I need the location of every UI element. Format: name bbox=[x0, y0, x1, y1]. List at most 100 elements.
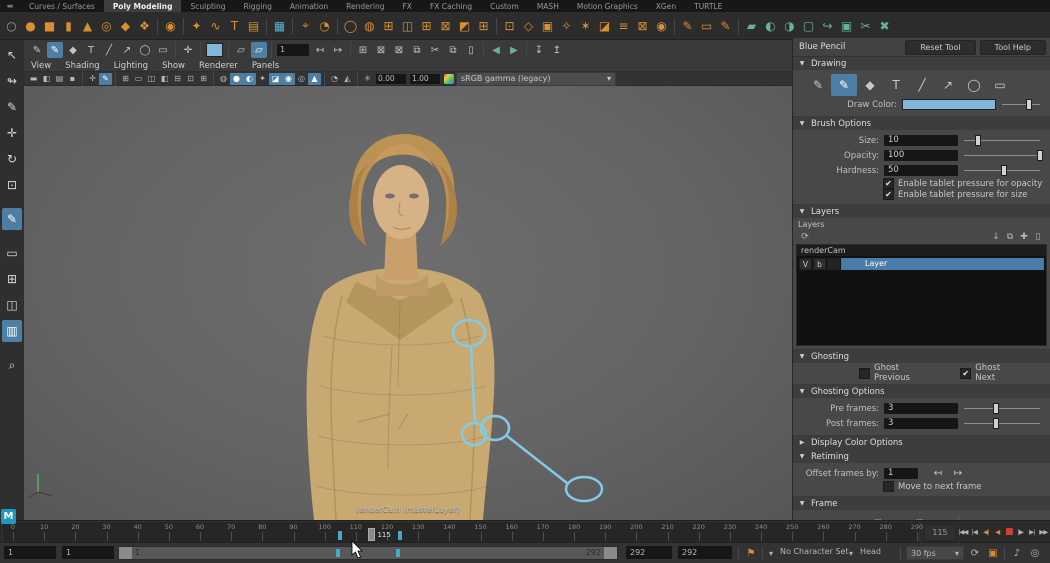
eraser-tool-icon[interactable]: ◆ bbox=[857, 74, 883, 96]
safe-title-icon[interactable]: ⊞ bbox=[197, 73, 210, 85]
grease-pencil-icon[interactable]: ✎ bbox=[99, 73, 112, 85]
arrow-tool-icon[interactable]: ↗ bbox=[935, 74, 961, 96]
shelf-tab-curves-surfaces[interactable]: Curves / Surfaces bbox=[20, 0, 104, 12]
textured-icon[interactable]: ◐ bbox=[243, 73, 256, 85]
clear-frame-icon[interactable]: ⊠ bbox=[391, 42, 407, 58]
gate-mask-icon[interactable]: ◧ bbox=[158, 73, 171, 85]
ghost-previous-checkbox[interactable] bbox=[859, 368, 870, 379]
pencil-tool-icon[interactable]: ✎ bbox=[29, 42, 45, 58]
auto-key-toggle[interactable]: ▣ bbox=[986, 546, 1000, 560]
bevel-icon[interactable]: ✶ bbox=[576, 14, 595, 38]
line-tool-icon[interactable]: ╱ bbox=[101, 42, 117, 58]
edit-mesh-icon[interactable]: ✎ bbox=[678, 14, 697, 38]
layer-group-header[interactable]: renderCam bbox=[797, 245, 1046, 256]
ghost-next-checkbox[interactable]: ✔ bbox=[960, 368, 971, 379]
viewport-menu-shading[interactable]: Shading bbox=[58, 61, 107, 71]
sphere-project-icon[interactable]: ◉ bbox=[652, 14, 671, 38]
pre-frames-field[interactable]: 3 bbox=[884, 403, 958, 414]
layer-visibility-toggle[interactable]: V bbox=[799, 258, 812, 270]
post-frames-field[interactable]: 3 bbox=[884, 418, 958, 429]
section-retiming-header[interactable]: ▼ Retiming bbox=[793, 450, 1050, 463]
smooth-mesh-icon[interactable]: ⊠ bbox=[436, 14, 455, 38]
line-tool-icon[interactable]: ╱ bbox=[909, 74, 935, 96]
paste-frame-icon[interactable]: ▯ bbox=[463, 42, 479, 58]
poly-cube-icon[interactable]: ■ bbox=[40, 14, 59, 38]
chamfer-icon[interactable]: ◪ bbox=[595, 14, 614, 38]
brush-tool-icon[interactable]: ✎ bbox=[831, 74, 857, 96]
safe-action-icon[interactable]: ⊡ bbox=[184, 73, 197, 85]
shelf-tab-sculpting[interactable]: Sculpting bbox=[181, 0, 234, 12]
spin-edge-icon[interactable]: ↪ bbox=[818, 14, 837, 38]
pan-zoom-icon[interactable]: ✛ bbox=[86, 73, 99, 85]
opacity-slider[interactable] bbox=[964, 150, 1040, 161]
layout-two-pane[interactable]: ◫ bbox=[2, 294, 22, 316]
lasso-select-tool[interactable]: ↬ bbox=[2, 70, 22, 92]
tool-help-button[interactable]: Tool Help bbox=[980, 40, 1046, 55]
retime-shift-left-icon[interactable]: ↤ bbox=[928, 467, 948, 480]
grid-icon[interactable]: ⊞ bbox=[119, 73, 132, 85]
export-frames-icon[interactable]: ↥ bbox=[549, 42, 565, 58]
extrude-icon[interactable]: ⊡ bbox=[500, 14, 519, 38]
cut-frame-icon[interactable]: ✂ bbox=[427, 42, 443, 58]
zoom-tool[interactable]: ⌕ bbox=[2, 354, 22, 376]
delete-vertex-icon[interactable]: ◐ bbox=[761, 14, 780, 38]
image-plane-icon[interactable]: ▪ bbox=[66, 73, 79, 85]
blue-pencil-tool[interactable]: ✎ bbox=[2, 208, 22, 230]
rectangle-tool-icon[interactable]: ▭ bbox=[987, 74, 1013, 96]
gamma-field[interactable]: 1.00 bbox=[410, 74, 440, 84]
sweep-mesh-icon[interactable]: ∿ bbox=[206, 14, 225, 38]
layers-menu[interactable]: Layers bbox=[796, 219, 1047, 230]
step-forward-key-button[interactable]: |▶ bbox=[1015, 528, 1027, 536]
poly-cone-icon[interactable]: ▲ bbox=[78, 14, 97, 38]
exposure-icon[interactable]: ✳ bbox=[361, 73, 374, 85]
text-tool-icon[interactable]: T bbox=[883, 74, 909, 96]
delete-edge-icon[interactable]: ◑ bbox=[780, 14, 799, 38]
play-backwards-button[interactable]: ◀ bbox=[992, 528, 1004, 536]
timeline-keyframe-marker[interactable] bbox=[398, 531, 402, 540]
layer-name[interactable]: Layer bbox=[841, 258, 1044, 270]
shaded-icon[interactable]: ● bbox=[230, 73, 243, 85]
mirror-icon[interactable]: ◫ bbox=[398, 14, 417, 38]
xray-icon[interactable]: ◭ bbox=[341, 73, 354, 85]
shelf-tab-turtle[interactable]: TURTLE bbox=[685, 0, 731, 12]
frame-offset-field[interactable]: 1 bbox=[277, 44, 309, 56]
section-brush-options-header[interactable]: ▼ Brush Options bbox=[793, 117, 1050, 130]
subdivide-icon[interactable]: ⊞ bbox=[417, 14, 436, 38]
section-ghosting-header[interactable]: ▼ Ghosting bbox=[793, 350, 1050, 363]
resolution-gate-icon[interactable]: ◫ bbox=[145, 73, 158, 85]
size-slider[interactable] bbox=[964, 135, 1040, 146]
shift-frames-left-icon[interactable]: ↤ bbox=[312, 42, 328, 58]
import-frames-icon[interactable]: ↧ bbox=[531, 42, 547, 58]
snap-draw-icon[interactable]: ✛ bbox=[180, 42, 196, 58]
refresh-layers-icon[interactable]: ⟳ bbox=[798, 231, 812, 243]
hardness-slider[interactable] bbox=[964, 165, 1040, 176]
move-to-next-frame-checkbox[interactable] bbox=[883, 481, 894, 492]
multi-cut-icon[interactable]: ⊞ bbox=[474, 14, 493, 38]
add-layer-icon[interactable]: ✚ bbox=[1017, 231, 1031, 243]
anim-layer-menu-icon[interactable]: ▾ bbox=[846, 546, 856, 560]
fps-dropdown[interactable]: 30 fps ▾ bbox=[906, 546, 964, 560]
offset-frames-field[interactable]: 1 bbox=[884, 468, 918, 479]
knife-icon[interactable]: ◩ bbox=[455, 14, 474, 38]
camera-menu-icon[interactable]: ▬ bbox=[27, 73, 40, 85]
shelf-tab-fx[interactable]: FX bbox=[393, 0, 420, 12]
shelf-tab-xgen[interactable]: XGen bbox=[647, 0, 685, 12]
arrow-tool-icon[interactable]: ↗ bbox=[119, 42, 135, 58]
pencil-tool-icon[interactable]: ✎ bbox=[805, 74, 831, 96]
super-shape-icon[interactable]: ✦ bbox=[187, 14, 206, 38]
step-forward-frame-button[interactable]: ▶| bbox=[1026, 528, 1038, 536]
stop-button[interactable]: ■ bbox=[1003, 527, 1015, 537]
current-frame-field[interactable]: 115 bbox=[924, 524, 956, 541]
poly-plane-icon[interactable]: ◆ bbox=[116, 14, 135, 38]
isolate-select-icon[interactable]: ◔ bbox=[328, 73, 341, 85]
paint-select-tool[interactable]: ✎ bbox=[2, 96, 22, 118]
character-set-label[interactable]: No Character Set bbox=[780, 547, 849, 556]
window-menu-icon[interactable]: ▬ bbox=[0, 0, 20, 12]
brush-tool-icon[interactable]: ✎ bbox=[47, 42, 63, 58]
rectangle-tool-icon[interactable]: ▭ bbox=[155, 42, 171, 58]
range-slider[interactable]: 1 292 bbox=[118, 546, 618, 560]
ellipse-tool-icon[interactable]: ◯ bbox=[961, 74, 987, 96]
reset-tool-button[interactable]: Reset Tool bbox=[905, 40, 975, 55]
ao-icon[interactable]: ◉ bbox=[282, 73, 295, 85]
wireframe-icon[interactable]: ◍ bbox=[217, 73, 230, 85]
